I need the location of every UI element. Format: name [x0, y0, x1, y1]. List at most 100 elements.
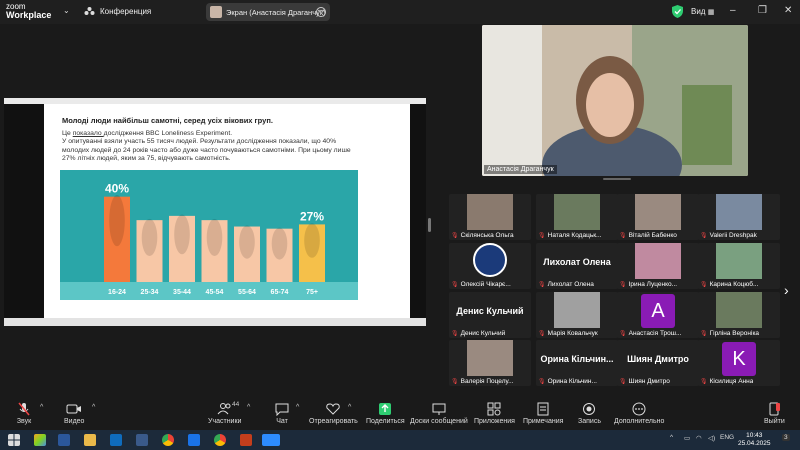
participant-photo [716, 194, 762, 230]
shield-check-icon[interactable] [672, 5, 683, 18]
record-button[interactable]: Запись [578, 402, 601, 425]
participant-tile[interactable]: 🎙 Наталя Кодацьк... [536, 194, 618, 240]
more-options-icon[interactable]: ••• [316, 7, 326, 17]
restore-icon[interactable]: ❐ [758, 5, 767, 16]
next-page-icon[interactable]: › [784, 282, 789, 298]
shared-screen: Молоді люди найбільш самотні, серед усіх… [4, 98, 426, 326]
participant-tile[interactable]: 🎙 Valerii Dreshpak [698, 194, 780, 240]
outlook-icon[interactable] [110, 434, 122, 446]
video-options-caret[interactable]: ^ [92, 404, 95, 411]
language-indicator[interactable]: ENG [720, 434, 734, 441]
participant-tile[interactable]: K 🎙 Кісилиця Анна [698, 340, 780, 386]
microphone-muted-icon: 🎙 [619, 233, 627, 239]
speaker-name: Анастасія Драганчук [484, 165, 557, 174]
volume-icon[interactable]: ◁) [708, 434, 715, 442]
microphone-muted-icon: 🎙 [538, 282, 546, 288]
participant-name: 🎙 Анастасія Трош... [619, 330, 682, 337]
participant-tile[interactable]: 🎙 Ірина Луценко... [617, 243, 699, 289]
notes-icon [537, 402, 549, 416]
minimize-icon[interactable]: – [730, 5, 736, 16]
gallery-scroll-indicator[interactable] [603, 178, 631, 180]
heart-icon [326, 403, 341, 415]
reactions-options-caret[interactable]: ^ [348, 404, 351, 411]
participant-name: 🎙 Віталій Бабенко [619, 232, 677, 239]
participant-tile[interactable]: 🎙 Гірліна Вероніка [698, 292, 780, 338]
share-button[interactable]: Поделиться [366, 402, 405, 425]
loneliness-bar-chart: 16-24 40% 25-34 35-44 45-54 55-64 65-74 75+ 27% [60, 170, 358, 300]
drive-icon[interactable] [188, 434, 200, 446]
participant-tile[interactable]: Шиян Дмитро 🎙 Шиян Дмитро [617, 340, 699, 386]
participant-tile[interactable]: 🎙 Олексій Чікарє... [449, 243, 531, 289]
meeting-title: Конференция [100, 7, 152, 16]
chrome-profile-icon[interactable] [214, 434, 226, 446]
chat-icon [275, 403, 289, 416]
chart-tick-label: 35-44 [173, 289, 191, 296]
screen-share-indicator[interactable]: Экран (Анастасія Драганчук) ••• [206, 3, 330, 21]
chart-tick-label: 55-64 [238, 289, 256, 296]
participant-tile[interactable]: Денис Кульчий 🎙 Денис Кульчий [449, 292, 531, 338]
windows-start-icon[interactable] [8, 434, 20, 446]
apps-button[interactable]: Приложения [474, 402, 515, 425]
app-icon[interactable] [136, 434, 148, 446]
participants-options-caret[interactable]: ^ [247, 404, 250, 411]
zoom-taskbar-icon[interactable] [262, 434, 280, 446]
participant-name: 🎙 Денис Кульчий [451, 330, 506, 337]
chart-tick-label: 65-74 [271, 289, 289, 296]
slide-link[interactable]: показало [73, 130, 104, 137]
participant-tile[interactable]: A 🎙 Анастасія Трош... [617, 292, 699, 338]
chart-figure-silhouette [304, 223, 320, 258]
participant-display-name: Орина Кільчин... [540, 354, 614, 364]
wifi-icon[interactable]: ◠ [696, 434, 702, 442]
chat-options-caret[interactable]: ^ [296, 404, 299, 411]
participant-photo [554, 194, 600, 230]
chevron-down-icon[interactable]: ⌄ [63, 6, 70, 15]
participant-tile[interactable]: 🎙 Скілянська Ольга [449, 194, 531, 240]
microphone-muted-icon: 🎙 [538, 233, 546, 239]
leave-button[interactable]: Выйти [764, 402, 785, 425]
notes-button[interactable]: Примечания [523, 402, 563, 425]
microphone-muted-icon [18, 402, 30, 416]
participant-tile[interactable]: Лихолат Олена 🎙 Лихолат Олена [536, 243, 618, 289]
powerpoint-icon[interactable] [240, 434, 252, 446]
chart-figure-silhouette [271, 227, 288, 260]
participant-tile[interactable]: Орина Кільчин... 🎙 Орина Кільчин... [536, 340, 618, 386]
participant-tile[interactable]: 🎙 Карина Коцюб... [698, 243, 780, 289]
notifications-badge[interactable]: 3 [782, 434, 790, 441]
battery-icon[interactable]: ▭ [684, 434, 690, 442]
video-button[interactable]: Видео [64, 402, 84, 425]
split-handle[interactable] [428, 218, 431, 232]
windows-taskbar: ^ ▭ ◠ ◁) ENG 10:43 25.04.2025 3 [0, 430, 800, 450]
audio-button[interactable]: Звук [16, 402, 32, 425]
chart-tick-label: 16-24 [108, 289, 126, 296]
participant-tile[interactable]: 🎙 Віталій Бабенко [617, 194, 699, 240]
close-icon[interactable]: ✕ [784, 5, 792, 16]
participant-name: 🎙 Шиян Дмитро [619, 378, 670, 385]
participant-avatar-letter: K [722, 342, 756, 376]
chart-figure-silhouette [206, 218, 223, 257]
chart-data-label: 40% [105, 182, 129, 196]
chrome-icon[interactable] [162, 434, 174, 446]
participant-name: 🎙 Скілянська Ольга [451, 232, 514, 239]
participant-photo [716, 292, 762, 328]
file-explorer-icon[interactable] [84, 434, 96, 446]
participant-tile[interactable]: 🎙 Марія Ковальчук [536, 292, 618, 338]
audio-options-caret[interactable]: ^ [40, 404, 43, 411]
slide-title: Молоді люди найбільш самотні, серед усіх… [62, 116, 273, 125]
view-button[interactable]: Вид ▦ [691, 7, 714, 16]
word-icon[interactable] [58, 434, 70, 446]
microphone-muted-icon: 🎙 [451, 331, 459, 337]
participant-tile[interactable]: 🎙 Валерія Поцелу... [449, 340, 531, 386]
clock[interactable]: 10:43 25.04.2025 [738, 432, 771, 448]
active-speaker-video[interactable]: Анастасія Драганчук [482, 25, 748, 176]
chat-button[interactable]: Чат [274, 402, 290, 425]
copilot-icon[interactable] [34, 434, 46, 446]
zoom-logo: zoom Workplace [6, 2, 52, 20]
whiteboards-button[interactable]: Доски сообщений [410, 402, 468, 425]
tray-chevron-icon[interactable]: ^ [670, 434, 673, 441]
microphone-muted-icon: 🎙 [700, 379, 708, 385]
participant-photo [554, 292, 600, 328]
microphone-muted-icon: 🎙 [451, 379, 459, 385]
more-button[interactable]: Дополнительно [614, 402, 664, 425]
title-bar: zoom Workplace ⌄ Конференция Экран (Анас… [0, 0, 800, 24]
participant-photo [635, 194, 681, 230]
